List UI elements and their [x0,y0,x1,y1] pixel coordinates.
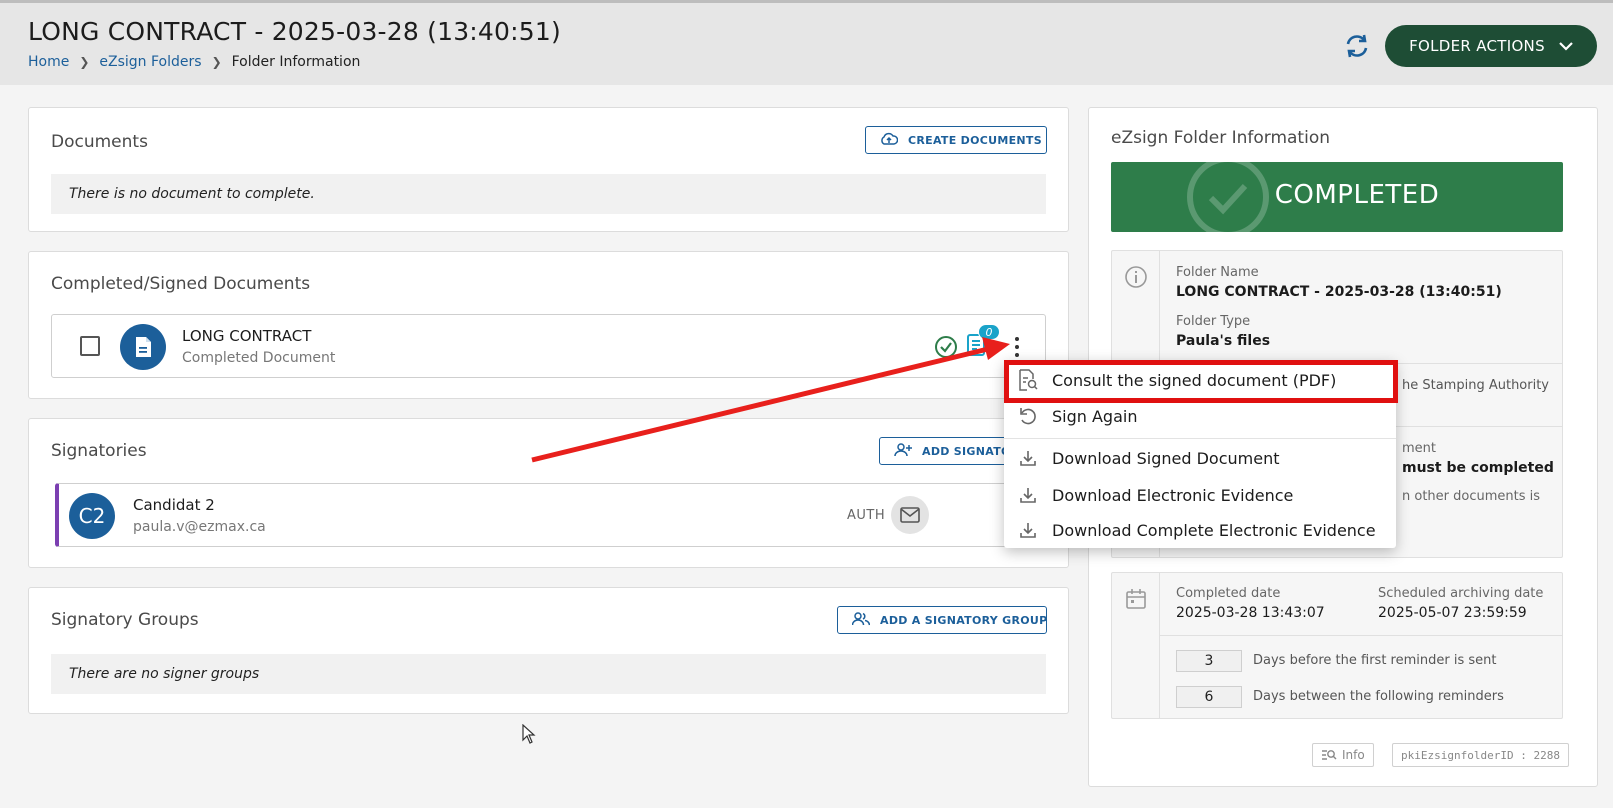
completed-document-row[interactable]: LONG CONTRACT Completed Document 0 [51,314,1046,378]
chevron-down-icon [1559,37,1573,55]
completed-documents-card: Completed/Signed Documents LONG CONTRACT… [28,251,1069,399]
stamping-authority-text: he Stamping Authority [1402,378,1550,393]
chevron-right-icon: ❯ [79,55,90,69]
breadcrumb-ezsign-folders[interactable]: eZsign Folders [99,54,201,70]
menu-item-download-signed[interactable]: Download Signed Document [1004,440,1396,476]
menu-item-sign-again[interactable]: Sign Again [1004,398,1396,434]
completed-documents-title: Completed/Signed Documents [51,274,311,294]
completed-date-label: Completed date [1176,586,1281,601]
folder-actions-button[interactable]: FOLDER ACTIONS [1385,25,1597,67]
signatory-groups-title: Signatory Groups [51,610,199,630]
mail-button[interactable] [891,496,929,534]
dates-left-column [1112,573,1160,718]
info-label: Info [1342,748,1365,762]
following-reminder-label: Days between the following reminders [1253,689,1504,704]
create-documents-button[interactable]: CREATE DOCUMENTS [865,126,1047,154]
signatory-email: paula.v@ezmax.ca [133,519,266,535]
mail-icon [900,507,920,523]
completed-status-text: COMPLETED [1274,180,1440,210]
check-circle-icon [934,335,958,363]
group-icon [851,611,871,629]
download-icon [1004,521,1052,539]
document-checkbox[interactable] [80,336,100,356]
folder-type-value: Paula's files [1176,333,1271,349]
signatories-title: Signatories [51,441,147,461]
notes-count-badge: 0 [978,324,1000,340]
document-requirement-note: n other documents is [1402,489,1541,504]
menu-divider [1004,438,1396,439]
menu-item-label: Sign Again [1052,406,1138,426]
archiving-date-label: Scheduled archiving date [1378,586,1544,601]
info-circle-icon [1125,266,1147,288]
add-user-icon [894,442,912,460]
dates-box: Completed date 2025-03-28 13:43:07 Sched… [1111,572,1563,719]
add-signatory-group-button[interactable]: ADD A SIGNATORY GROUP [837,606,1047,634]
add-signatory-group-label: ADD A SIGNATORY GROUP [880,613,1047,627]
documents-empty-message: There is no document to complete. [51,174,1046,214]
add-signatory-label: ADD SIGNATO [922,444,1011,458]
annotation-highlight-box [1004,360,1398,403]
document-requirement-label: ment [1402,441,1436,456]
download-icon [1004,449,1052,467]
folder-actions-label: FOLDER ACTIONS [1409,37,1545,55]
following-reminder-days: 6 [1176,686,1242,708]
refresh-icon[interactable] [1343,32,1371,60]
chevron-right-icon: ❯ [211,55,222,69]
more-options-icon[interactable] [1009,335,1025,359]
signatories-card: Signatories ADD SIGNATO C2 Candidat 2 pa… [28,418,1069,568]
document-requirement-value: must be completed [1402,460,1554,476]
info-button[interactable]: Info [1312,743,1374,767]
menu-item-label: Download Electronic Evidence [1052,485,1294,505]
create-documents-label: CREATE DOCUMENTS [908,133,1042,147]
breadcrumb-current: Folder Information [231,54,361,70]
page-header: LONG CONTRACT - 2025-03-28 (13:40:51) Ho… [0,0,1613,85]
download-icon [1004,486,1052,504]
folder-info-title: eZsign Folder Information [1111,128,1330,148]
mouse-cursor-icon [522,724,536,744]
cloud-upload-icon [880,132,899,149]
folder-id-tag: pkiEzsignfolderID : 2288 [1392,743,1569,767]
first-reminder-label: Days before the first reminder is sent [1253,653,1497,668]
signatory-groups-card: Signatory Groups ADD A SIGNATORY GROUP T… [28,587,1069,714]
documents-card: Documents CREATE DOCUMENTS There is no d… [28,107,1069,232]
folder-name-label: Folder Name [1176,265,1259,280]
document-status: Completed Document [182,350,336,366]
menu-item-download-complete-evidence[interactable]: Download Complete Electronic Evidence [1004,512,1396,548]
info-search-icon [1322,750,1337,760]
document-icon [120,324,166,370]
signatory-row[interactable]: C2 Candidat 2 paula.v@ezmax.ca AUTH [55,483,1015,547]
folder-name-value: LONG CONTRACT - 2025-03-28 (13:40:51) [1176,284,1502,300]
documents-title: Documents [51,132,148,152]
menu-item-label: Download Signed Document [1052,448,1280,468]
breadcrumb: Home ❯ eZsign Folders ❯ Folder Informati… [28,54,360,70]
first-reminder-days: 3 [1176,650,1242,672]
completed-date-value: 2025-03-28 13:43:07 [1176,605,1325,621]
undo-icon [1004,406,1052,426]
menu-item-download-evidence[interactable]: Download Electronic Evidence [1004,477,1396,513]
signatory-groups-empty-message: There are no signer groups [51,654,1046,694]
document-name[interactable]: LONG CONTRACT [182,327,311,345]
folder-type-label: Folder Type [1176,314,1251,329]
signatory-name: Candidat 2 [133,496,215,514]
menu-item-label: Download Complete Electronic Evidence [1052,520,1376,540]
page-title: LONG CONTRACT - 2025-03-28 (13:40:51) [28,17,561,46]
breadcrumb-home[interactable]: Home [28,54,69,70]
dates-divider [1160,635,1562,636]
auth-label: AUTH [847,508,886,523]
calendar-icon [1126,589,1146,609]
avatar: C2 [69,493,115,539]
archiving-date-value: 2025-05-07 23:59:59 [1378,605,1527,621]
completed-status-banner: COMPLETED [1111,162,1563,232]
